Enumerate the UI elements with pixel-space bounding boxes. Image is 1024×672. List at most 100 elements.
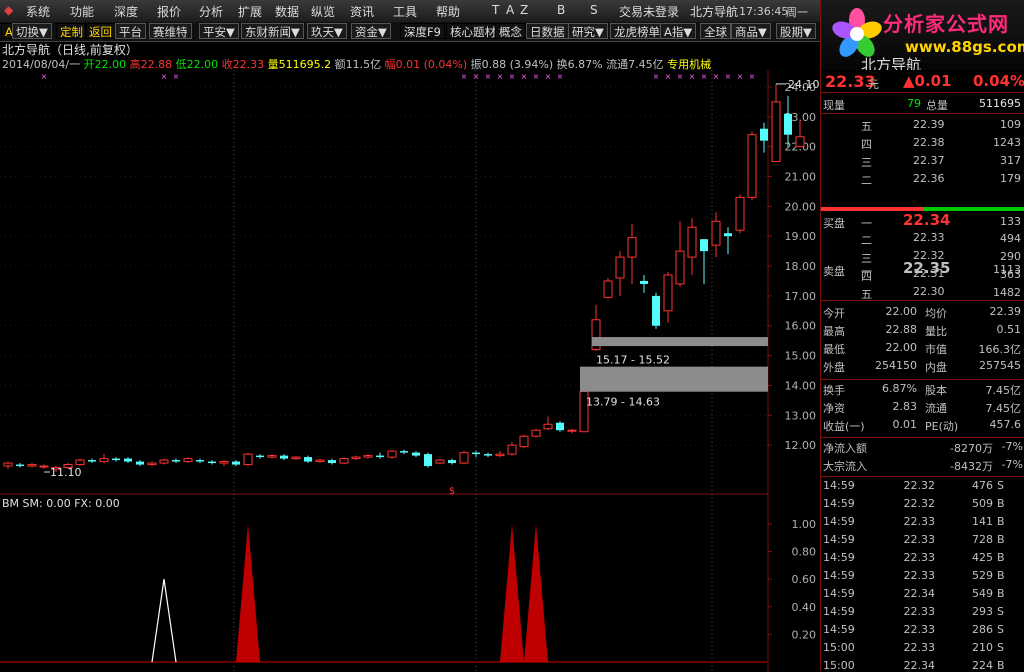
menu-overview[interactable]: 纵览 [311,3,335,20]
concept-button[interactable]: 概念 [495,23,526,39]
tick-side: B [997,587,1005,600]
candle-body [351,456,361,460]
shortcut-b[interactable]: B [557,3,565,17]
stat-value: 0.51 [996,323,1022,336]
jiutian-dropdown[interactable]: 玖天▼ [307,23,347,39]
event-marker: × [713,72,720,81]
stat-label: 量比 [925,325,947,338]
shortcut-s[interactable]: S [590,3,598,17]
price-tick-label: 21.00 [785,170,817,183]
custom-button[interactable]: 定制 [56,23,87,39]
trade-login-button[interactable]: 交易未登录 [619,3,679,20]
candle-body [484,454,492,456]
menu-system[interactable]: 系统 [26,3,50,20]
tick-volume: 509 [972,497,993,510]
bid-level-label: 二 [861,234,872,247]
candle-body [652,295,660,326]
futures-dropdown[interactable]: 股期▼ [776,23,816,39]
tick-price: 22.33 [903,569,936,582]
depth-f9-button[interactable]: 深度F9 [400,23,445,39]
candle-body [39,465,49,468]
bid-volume: 290 [1000,250,1021,263]
menu-analysis[interactable]: 分析 [199,3,223,20]
tick-side: B [997,497,1005,510]
bid-volume: 363 [1000,268,1021,281]
stat-value: 22.00 [885,305,918,318]
event-marker: × [509,72,516,81]
candle-body [328,460,336,464]
fund-label: 股本 [925,384,947,397]
research-dropdown[interactable]: 研究▼ [568,23,608,39]
flow-value: -8270万 [950,442,993,455]
candle-body [280,455,288,459]
bid-price: 22.30 [913,285,945,298]
core-topic-button[interactable]: 核心题材 [446,23,500,39]
event-dollar-marker: $ [449,486,455,497]
candle-body [219,461,229,464]
tick-side: S [997,479,1004,492]
candle-body [700,239,708,252]
tick-price: 22.33 [903,605,936,618]
goods-dropdown[interactable]: 商品▼ [731,23,771,39]
candle-body [232,461,240,465]
candle-body [711,220,721,246]
candle-body [112,458,120,461]
zijin-dropdown[interactable]: 资金▼ [351,23,391,39]
tick-side: S [997,641,1004,654]
event-marker: × [497,72,504,81]
candle-body [339,458,349,464]
tick-side: B [997,551,1005,564]
indicator-tick-label: 0.80 [792,546,817,559]
candle-body [507,444,517,455]
event-marker: × [749,72,756,81]
menu-function[interactable]: 功能 [70,3,94,20]
ask-price: 22.36 [913,172,945,185]
divider [821,379,1024,380]
sell-title: 卖盘 [823,265,845,278]
shortcut-z[interactable]: Z [520,3,528,17]
now-vol-value: 79 [907,97,921,110]
stat-label: 今开 [823,307,845,320]
menu-help[interactable]: 帮助 [436,3,460,20]
dragon-tiger-button[interactable]: 龙虎榜单 [610,23,664,39]
bid-level-label: 一 [861,217,872,230]
price-change: ▲0.01 [903,72,952,90]
stat-label: 最低 [823,343,845,356]
app-logo-icon: ◆ [4,3,14,17]
menu-tools[interactable]: 工具 [393,3,417,20]
stat-value: 254150 [875,359,917,372]
bid-level-label: 三 [861,252,872,265]
candle-body [159,459,169,464]
menu-news[interactable]: 资讯 [350,3,374,20]
dongcai-news-dropdown[interactable]: 东财新闻▼ [241,23,304,39]
event-marker: × [173,72,180,81]
menu-quote[interactable]: 报价 [157,3,181,20]
shortcut-t[interactable]: T [492,3,499,17]
menu-extend[interactable]: 扩展 [238,3,262,20]
ask-price: 22.39 [913,118,945,131]
tick-volume: 286 [972,623,993,636]
pingan-dropdown[interactable]: 平安▼ [199,23,239,39]
price-unit: 元 [868,78,879,91]
stat-value: 22.00 [885,341,918,354]
tick-volume: 293 [972,605,993,618]
tick-time: 14:59 [823,515,855,528]
a-index-dropdown[interactable]: A指▼ [660,23,697,39]
candle-body [196,460,204,462]
logo-text: 分析家公式网 [883,12,1009,36]
back-button[interactable]: 返回 [85,23,116,39]
bid-level-label: 四 [861,270,872,283]
tick-price: 22.33 [903,515,936,528]
stat-value: 22.88 [885,323,918,336]
total-vol-label: 总量 [926,99,948,112]
switch-dropdown[interactable]: 切换▼ [12,23,52,39]
platform-button[interactable]: 平台 [115,23,146,39]
saiweite-button[interactable]: 赛维特 [149,23,192,39]
daily-data-button[interactable]: 日数据 [526,23,569,39]
menu-data[interactable]: 数据 [275,3,299,20]
global-button[interactable]: 全球 [700,23,731,39]
candle-body [304,457,312,462]
ask-volume: 317 [1000,154,1021,167]
shortcut-a[interactable]: A [506,3,514,17]
menu-depth[interactable]: 深度 [114,3,138,20]
